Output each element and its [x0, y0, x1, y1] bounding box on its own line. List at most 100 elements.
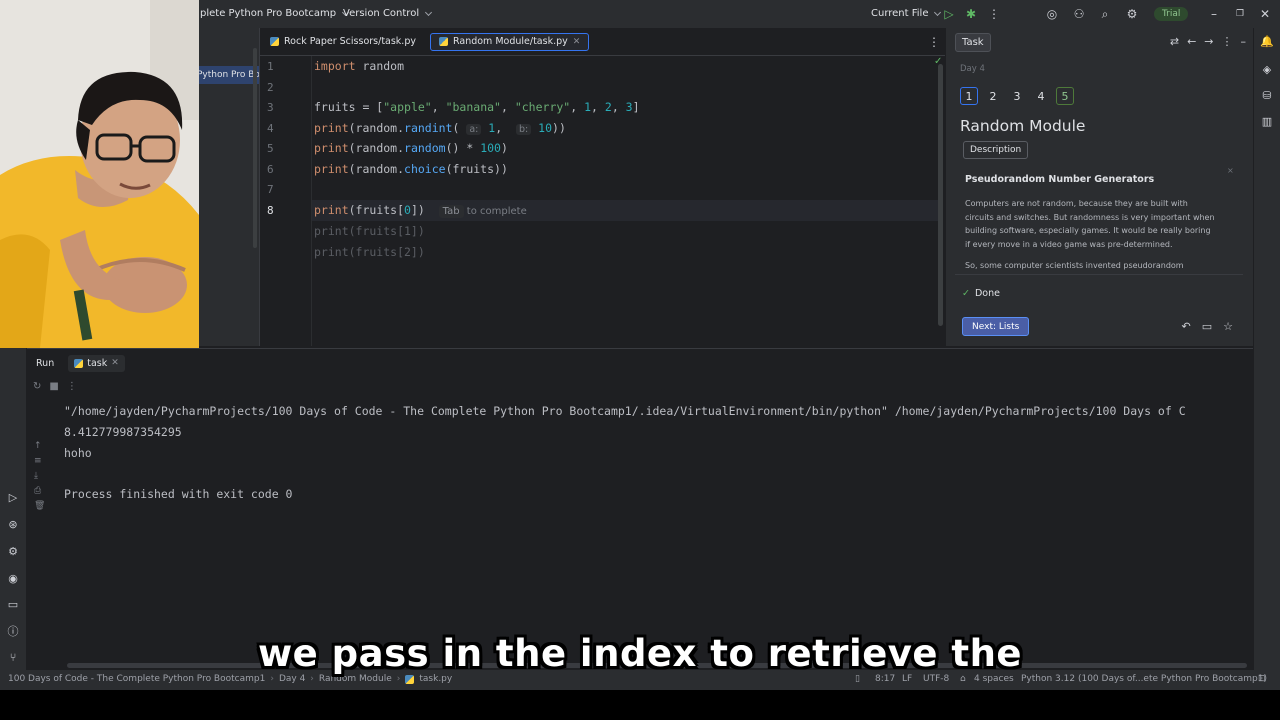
done-status: ✓ Done	[962, 288, 1000, 299]
minimize-icon[interactable]: –	[1206, 6, 1222, 22]
line-gutter: 1 2 3 4 5 6 7 8	[260, 56, 312, 346]
soft-wrap-icon[interactable]: ≡	[34, 456, 45, 466]
more-icon[interactable]: ⋮	[986, 6, 1002, 22]
services-icon[interactable]: ⚙	[6, 544, 20, 558]
code-line-3[interactable]: fruits = ["apple", "banana", "cherry", 1…	[314, 97, 640, 117]
gear-icon[interactable]: ⚙	[1124, 6, 1140, 22]
translate-icon[interactable]: ⇄	[1170, 35, 1179, 48]
code-line-4[interactable]: print(random.randint( a: 1, b: 10))	[314, 118, 566, 138]
number-literal: 0	[404, 203, 411, 217]
stop-icon[interactable]: ■	[49, 381, 58, 392]
print-icon[interactable]: ⎙	[34, 486, 45, 496]
code-text: ,	[611, 100, 626, 114]
presenter-image	[0, 0, 199, 348]
layout-icon[interactable]: ▯	[855, 674, 860, 684]
run-config-selector[interactable]: Current File	[871, 8, 942, 19]
python-file-icon	[405, 674, 415, 684]
tab-options-icon[interactable]: ⋮	[926, 34, 942, 50]
collapse-icon[interactable]: ×	[1227, 166, 1234, 175]
more-icon[interactable]: ⋮	[1222, 35, 1233, 48]
ghost-completion-line: print(fruits[2])	[314, 242, 425, 262]
step-2[interactable]: 2	[984, 87, 1002, 105]
vcs-selector[interactable]: Version Control	[343, 8, 433, 19]
code-text: ,	[500, 100, 515, 114]
tab-task[interactable]: Task	[955, 32, 991, 52]
step-4[interactable]: 4	[1032, 87, 1050, 105]
project-scrollbar[interactable]	[253, 48, 257, 248]
editor-scrollbar[interactable]	[938, 64, 943, 326]
webcam-overlay	[0, 0, 199, 348]
code-line-1[interactable]: import random	[314, 56, 404, 76]
ghost-completion-line: print(fruits[1])	[314, 221, 425, 241]
day-label: Day 4	[960, 64, 985, 74]
task-panel-header: Task ⇄ ← → ⋮ –	[946, 28, 1254, 56]
indent-setting[interactable]: 4 spaces	[974, 674, 1014, 684]
run-config-label: Current File	[871, 8, 929, 19]
trash-icon[interactable]: 🗑	[34, 501, 45, 511]
lock-icon[interactable]: ⌂	[960, 674, 966, 684]
line-number: 4	[267, 122, 274, 135]
tab-random-module[interactable]: Random Module/task.py ✕	[429, 32, 590, 51]
add-user-icon[interactable]: ⚇	[1071, 6, 1087, 22]
rerun-icon[interactable]: ↻	[33, 381, 41, 392]
step-3[interactable]: 3	[1008, 87, 1026, 105]
database-icon[interactable]: ⛁	[1260, 88, 1274, 102]
more-icon[interactable]: ⋮	[67, 381, 77, 392]
next-lists-button[interactable]: Next: Lists	[962, 317, 1030, 336]
project-name: plete Python Pro Bootcamp	[200, 8, 337, 19]
close-tab-icon[interactable]: ✕	[111, 358, 119, 368]
keyword: import	[314, 59, 356, 73]
tab-description[interactable]: Description	[963, 141, 1029, 159]
minimize-panel-icon[interactable]: –	[1241, 35, 1247, 48]
ghost-text: print(fruits[2])	[314, 245, 425, 259]
vcs-label: Version Control	[343, 8, 420, 19]
python-interpreter[interactable]: Python 3.12 (100 Days of...ete Python Pr…	[1021, 674, 1267, 684]
breadcrumb-item[interactable]: Day 4	[279, 674, 305, 684]
book-icon[interactable]: ▥	[1260, 114, 1274, 128]
up-icon[interactable]: ↑	[34, 441, 45, 451]
function-call: randint	[404, 121, 453, 135]
run-icon[interactable]: ▷	[941, 6, 957, 22]
terminal-icon[interactable]: ▭	[6, 597, 20, 611]
tab-rock-paper-scissors[interactable]: Rock Paper Scissors/task.py	[262, 33, 424, 51]
file-encoding[interactable]: UTF-8	[923, 674, 949, 684]
step-5[interactable]: 5	[1056, 87, 1074, 105]
project-selector[interactable]: plete Python Pro Bootcamp	[200, 8, 350, 19]
copilot-icon[interactable]: ◎	[1044, 6, 1060, 22]
lock-icon[interactable]: ⊡	[1258, 674, 1266, 684]
ai-chat-icon[interactable]: ◈	[1260, 62, 1274, 76]
project-tree-item[interactable]: Python Pro Bootc	[197, 66, 259, 84]
maximize-icon[interactable]: ❐	[1232, 6, 1248, 22]
run-tool-icon[interactable]: ▷	[6, 490, 20, 504]
python-packages-icon[interactable]: ◉	[6, 571, 20, 585]
arrow-right-icon[interactable]: →	[1204, 35, 1213, 48]
star-icon[interactable]: ☆	[1223, 320, 1233, 333]
reset-icon[interactable]: ↶	[1182, 320, 1191, 333]
code-line-6[interactable]: print(random.choice(fruits))	[314, 159, 508, 179]
run-tab-task[interactable]: task ✕	[68, 354, 125, 372]
code-text: (	[452, 121, 467, 135]
breadcrumb-item[interactable]: Random Module	[319, 674, 392, 684]
breadcrumb-item[interactable]: 100 Days of Code - The Complete Python P…	[8, 674, 265, 684]
cursor-position[interactable]: 8:17	[875, 674, 895, 684]
number-literal: 2	[604, 100, 612, 114]
comment-icon[interactable]: ▭	[1202, 320, 1212, 333]
code-line-8[interactable]: print(fruits[0]) Tab to complete	[314, 200, 527, 220]
close-tab-icon[interactable]: ✕	[573, 37, 581, 47]
plugins-icon[interactable]: ⊛	[6, 517, 20, 531]
search-icon[interactable]: ⌕	[1097, 6, 1113, 22]
run-tab-label: task	[87, 357, 108, 369]
code-line-5[interactable]: print(random.random() * 100)	[314, 138, 508, 158]
breadcrumb-item[interactable]: task.py	[419, 674, 452, 684]
debug-icon[interactable]: ✱	[963, 6, 979, 22]
line-number: 5	[267, 142, 274, 155]
chevron-down-icon	[425, 8, 433, 16]
close-icon[interactable]: ✕	[1257, 6, 1273, 22]
step-1[interactable]: 1	[960, 87, 978, 105]
line-separator[interactable]: LF	[902, 674, 912, 684]
notifications-icon[interactable]: 🔔	[1260, 34, 1274, 48]
string-literal: "apple"	[383, 100, 432, 114]
scroll-end-icon[interactable]: ⤓	[34, 471, 45, 481]
arrow-left-icon[interactable]: ←	[1187, 35, 1196, 48]
trial-badge[interactable]: Trial	[1154, 7, 1189, 21]
